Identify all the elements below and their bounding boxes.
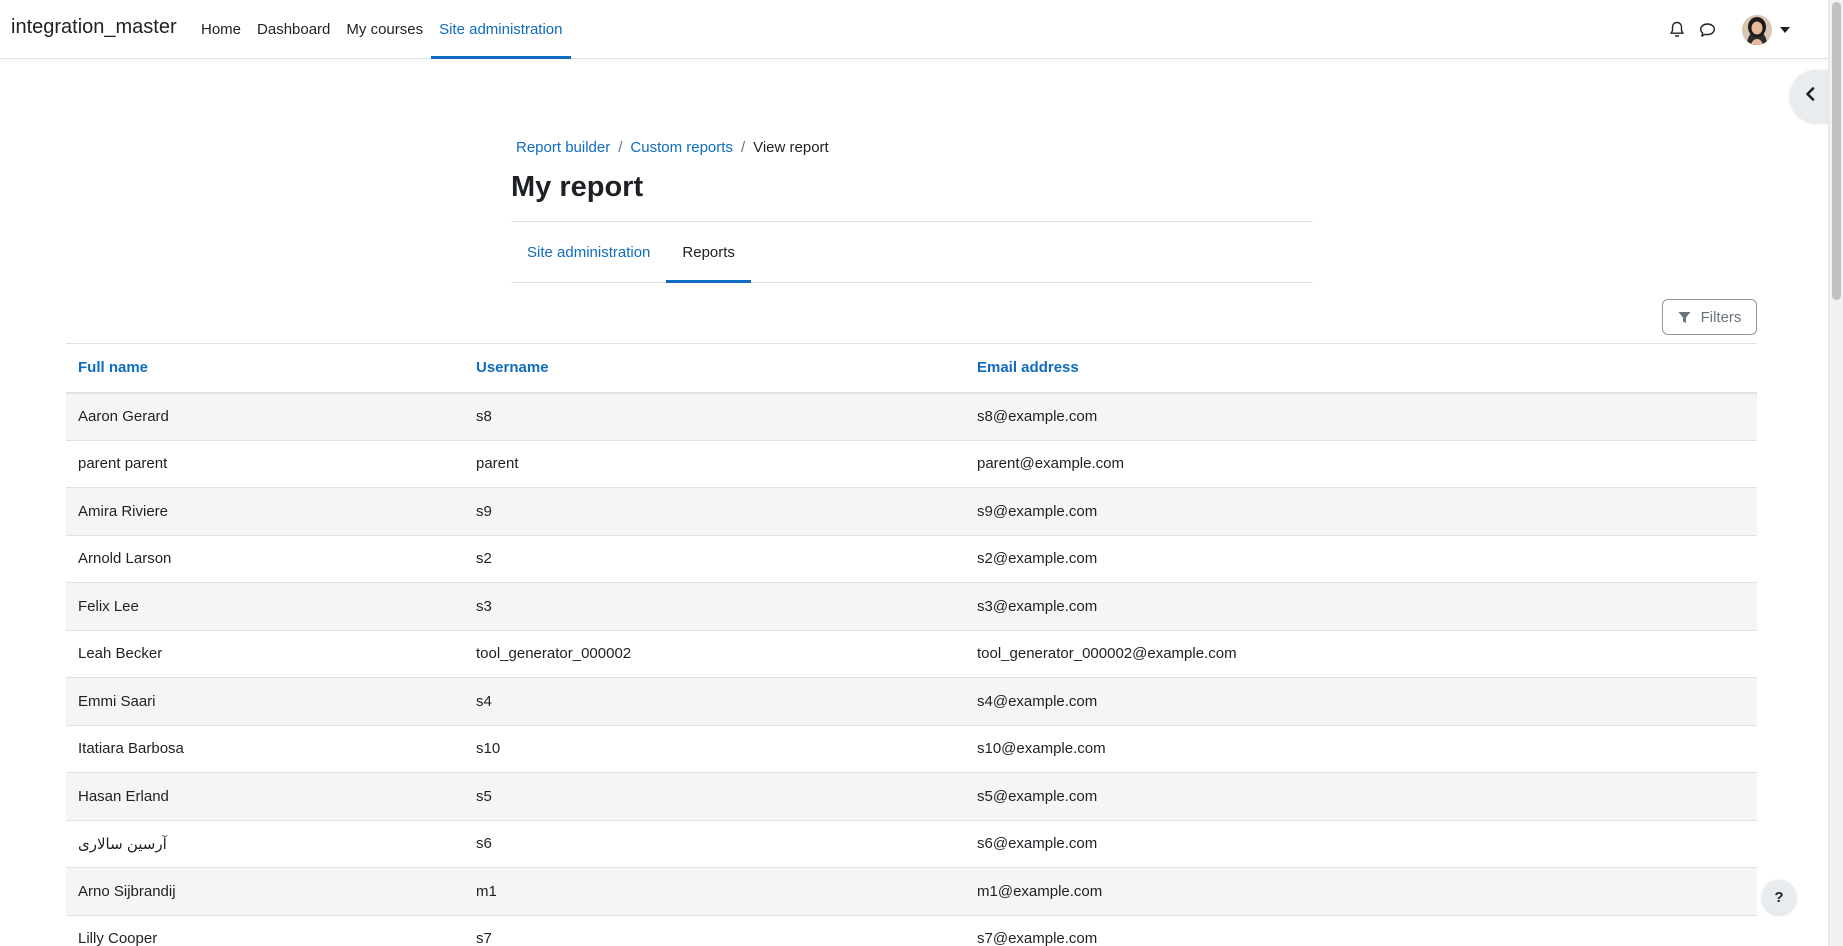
table-row: Arno Sijbrandij m1 m1@example.com (66, 867, 1757, 916)
cell-full-name: Amira Riviere (66, 487, 464, 536)
filters-label: Filters (1700, 308, 1742, 326)
chat-icon[interactable] (1692, 15, 1722, 45)
cell-full-name: آرسین سالاری (66, 820, 464, 868)
cell-full-name: Arnold Larson (66, 535, 464, 583)
site-brand[interactable]: integration_master (11, 16, 177, 39)
cell-email: s5@example.com (965, 772, 1757, 821)
cell-username: s8 (464, 392, 965, 441)
bell-icon[interactable] (1662, 15, 1692, 45)
breadcrumb-separator: / (740, 139, 746, 156)
table-row: Arnold Larson s2 s2@example.com (66, 535, 1757, 583)
column-header-username[interactable]: Username (464, 343, 965, 394)
nav-item-site-administration[interactable]: Site administration (431, 0, 571, 59)
cell-email: s7@example.com (965, 915, 1757, 946)
report-table: Full name Username Email address Aaron G… (66, 343, 1757, 946)
cell-full-name: Itatiara Barbosa (66, 725, 464, 773)
nav-item-home[interactable]: Home (193, 0, 249, 59)
avatar[interactable] (1742, 14, 1772, 45)
breadcrumb-separator: / (618, 139, 623, 156)
cell-email: s6@example.com (965, 820, 1757, 868)
help-button[interactable]: ? (1762, 880, 1796, 914)
secondary-navigation: Site administration Reports (511, 221, 1313, 283)
column-header-full-name[interactable]: Full name (66, 343, 464, 394)
column-header-email-address[interactable]: Email address (965, 343, 1757, 394)
top-navbar: integration_master Home Dashboard My cou… (0, 0, 1828, 59)
scrollbar-thumb[interactable] (1832, 2, 1841, 300)
table-row: parent parent parent parent@example.com (66, 440, 1757, 488)
breadcrumb: Report builder / Custom reports / View r… (516, 139, 829, 156)
cell-full-name: Hasan Erland (66, 772, 464, 821)
table-row: Hasan Erland s5 s5@example.com (66, 772, 1757, 821)
cell-email: tool_generator_000002@example.com (965, 630, 1757, 678)
table-row: Aaron Gerard s8 s8@example.com (66, 392, 1757, 441)
cell-full-name: Leah Becker (66, 630, 464, 678)
chevron-left-icon (1805, 87, 1815, 105)
cell-email: s4@example.com (965, 677, 1757, 726)
cell-username: s7 (464, 915, 965, 946)
cell-username: s3 (464, 582, 965, 631)
cell-username: s2 (464, 535, 965, 583)
breadcrumb-current: View report (753, 139, 829, 156)
cell-email: s8@example.com (965, 392, 1757, 441)
caret-down-icon[interactable] (1772, 15, 1798, 45)
cell-full-name: Lilly Cooper (66, 915, 464, 946)
table-row: Amira Riviere s9 s9@example.com (66, 487, 1757, 536)
cell-email: s9@example.com (965, 487, 1757, 536)
breadcrumb-custom-reports[interactable]: Custom reports (630, 139, 733, 156)
cell-email: s2@example.com (965, 535, 1757, 583)
table-row: Emmi Saari s4 s4@example.com (66, 677, 1757, 726)
tab-site-administration[interactable]: Site administration (511, 222, 666, 283)
nav-item-my-courses[interactable]: My courses (338, 0, 431, 59)
cell-email: m1@example.com (965, 867, 1757, 916)
cell-full-name: Felix Lee (66, 582, 464, 631)
table-row: Lilly Cooper s7 s7@example.com (66, 915, 1757, 946)
filters-button[interactable]: Filters (1662, 299, 1757, 335)
cell-email: s3@example.com (965, 582, 1757, 631)
table-row: آرسین سالاری s6 s6@example.com (66, 820, 1757, 868)
cell-username: m1 (464, 867, 965, 916)
nav-item-dashboard[interactable]: Dashboard (249, 0, 338, 59)
breadcrumb-report-builder[interactable]: Report builder (516, 139, 610, 156)
cell-username: s4 (464, 677, 965, 726)
cell-full-name: parent parent (66, 440, 464, 488)
cell-username: parent (464, 440, 965, 488)
cell-email: parent@example.com (965, 440, 1757, 488)
page-scrollbar[interactable] (1828, 0, 1843, 946)
page-title: My report (511, 171, 644, 203)
primary-navigation: Home Dashboard My courses Site administr… (193, 0, 571, 59)
cell-username: s5 (464, 772, 965, 821)
cell-full-name: Arno Sijbrandij (66, 867, 464, 916)
table-row: Leah Becker tool_generator_000002 tool_g… (66, 630, 1757, 678)
cell-username: s10 (464, 725, 965, 773)
tab-reports[interactable]: Reports (666, 222, 751, 283)
cell-full-name: Aaron Gerard (66, 392, 464, 441)
cell-username: s9 (464, 487, 965, 536)
cell-username: tool_generator_000002 (464, 630, 965, 678)
cell-email: s10@example.com (965, 725, 1757, 773)
table-row: Felix Lee s3 s3@example.com (66, 582, 1757, 631)
cell-full-name: Emmi Saari (66, 677, 464, 726)
cell-username: s6 (464, 820, 965, 868)
filter-icon (1678, 311, 1691, 323)
user-menu-area (1662, 0, 1828, 59)
table-row: Itatiara Barbosa s10 s10@example.com (66, 725, 1757, 773)
table-header-row: Full name Username Email address (66, 343, 1757, 394)
